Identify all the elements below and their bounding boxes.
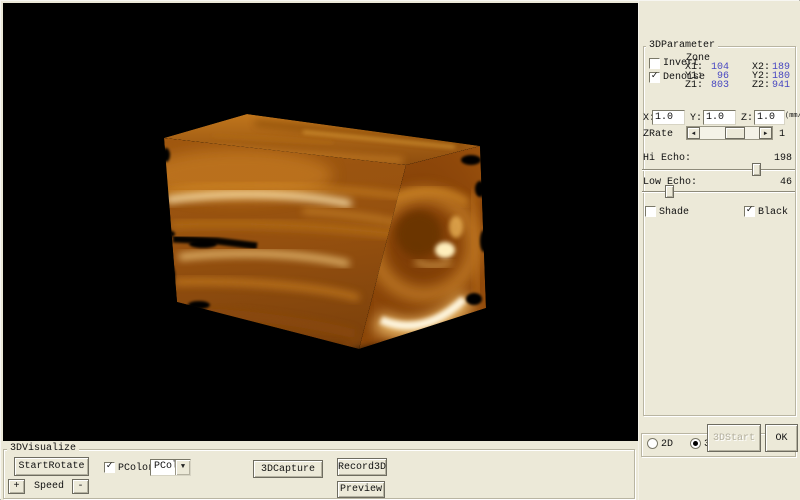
ultrasound-volume-render: [3, 3, 638, 450]
visualize-group-title: 3DVisualize: [7, 443, 79, 454]
check-icon: ✓: [746, 205, 752, 216]
scale-x-input[interactable]: 1.0: [652, 110, 685, 125]
pcolor-combobox[interactable]: PColor ▼: [150, 459, 191, 476]
hi-echo-value: 198: [759, 153, 792, 164]
scale-unit-label: (mm/p): [785, 112, 800, 120]
zone-z1-label: Z1:: [685, 80, 703, 91]
check-icon: ✓: [651, 71, 657, 82]
scale-z-label: Z:: [741, 113, 753, 124]
zrate-value: 1: [779, 129, 785, 140]
scale-z-input[interactable]: 1.0: [754, 110, 785, 125]
zrate-scrollbar[interactable]: ◄ ►: [686, 126, 773, 140]
shade-checkbox[interactable]: [645, 206, 656, 217]
hi-echo-thumb[interactable]: [752, 163, 761, 176]
hi-echo-label: Hi Echo:: [643, 153, 691, 164]
pcolor-checkbox[interactable]: ✓: [104, 462, 115, 473]
mode-2d-radio[interactable]: [647, 438, 658, 449]
speed-plus-button[interactable]: +: [8, 479, 25, 494]
zrate-thumb[interactable]: [725, 127, 745, 139]
scale-y-input[interactable]: 1.0: [703, 110, 736, 125]
zone-z2-label: Z2:: [752, 80, 770, 91]
hi-echo-track[interactable]: [642, 169, 795, 171]
low-echo-value: 46: [759, 177, 792, 188]
denoise-checkbox[interactable]: ✓: [649, 72, 660, 83]
scale-y-label: Y:: [690, 113, 702, 124]
mode-3d-radio[interactable]: [690, 438, 701, 449]
zrate-label: ZRate: [643, 129, 673, 140]
start-rotate-button[interactable]: StartRotate: [14, 457, 89, 476]
mode-2d-label: 2D: [661, 439, 673, 450]
scroll-right-icon[interactable]: ►: [759, 127, 772, 139]
zone-z2-value: 941: [772, 80, 790, 91]
3dstart-button[interactable]: 3DStart: [707, 424, 761, 452]
chevron-down-icon[interactable]: ▼: [175, 460, 190, 475]
shade-label: Shade: [659, 207, 689, 218]
zone-z1-value: 803: [705, 80, 729, 91]
check-icon: ✓: [106, 461, 112, 472]
scroll-left-icon[interactable]: ◄: [687, 127, 700, 139]
record3d-button[interactable]: Record3D: [337, 458, 387, 476]
speed-minus-button[interactable]: -: [72, 479, 89, 494]
preview-button[interactable]: Preview: [337, 481, 385, 498]
pcolor-label: PColor: [118, 463, 154, 474]
invert-checkbox[interactable]: [649, 58, 660, 69]
black-checkbox[interactable]: ✓: [744, 206, 755, 217]
speed-label: Speed: [34, 481, 64, 492]
parameter-group-title: 3DParameter: [646, 40, 718, 51]
low-echo-thumb[interactable]: [665, 185, 674, 198]
black-label: Black: [758, 207, 788, 218]
parameter-groupbox: [643, 46, 796, 416]
app-window: 3DParameter Invert ✓ Denoise Zone X1: 10…: [0, 0, 800, 500]
parameter-panel: 3DParameter Invert ✓ Denoise Zone X1: 10…: [638, 1, 800, 500]
ok-button[interactable]: OK: [765, 424, 798, 452]
visualize-panel: 3DVisualize StartRotate + Speed - ✓ PCol…: [1, 441, 638, 500]
3dcapture-button[interactable]: 3DCapture: [253, 460, 323, 478]
render-viewport[interactable]: [3, 3, 638, 450]
